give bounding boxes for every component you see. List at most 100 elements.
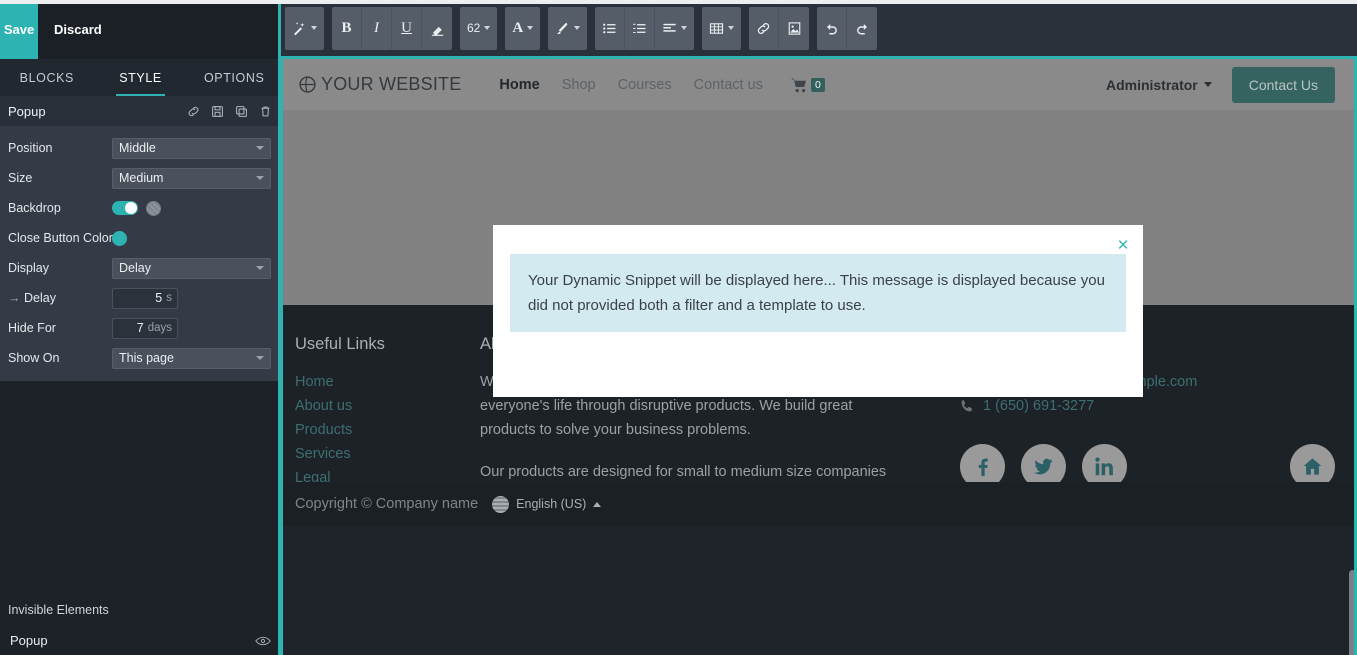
show-on-select-value: This page (119, 351, 174, 365)
toolbar-group-insert (749, 6, 810, 50)
footer-heading-useful-links: Useful Links (295, 335, 385, 353)
show-on-select[interactable]: This page (112, 347, 271, 369)
user-menu-label: Administrator (1105, 76, 1198, 93)
toolbar-group-bgcolor (548, 6, 588, 50)
chevron-down-icon (527, 26, 534, 30)
panel-spacer (0, 381, 281, 593)
italic-button[interactable]: I (362, 6, 392, 50)
ordered-list-icon[interactable] (625, 6, 656, 50)
toolbar-group-table (702, 6, 742, 50)
hide-for-unit: days (147, 322, 172, 334)
font-size-selector[interactable]: 62 (460, 7, 497, 50)
chevron-down-icon (256, 356, 264, 360)
backdrop-toggle[interactable] (112, 201, 138, 215)
nav-item-contact-us[interactable]: Contact us (694, 77, 763, 93)
option-close-button-color: Close Button Color (0, 223, 281, 253)
tab-blocks[interactable]: BLOCKS (0, 59, 94, 96)
tab-style[interactable]: STYLE (94, 59, 188, 96)
chevron-down-icon (1203, 82, 1212, 87)
position-select-value: Middle (119, 141, 156, 155)
tab-options[interactable]: OPTIONS (187, 59, 281, 96)
cart-button[interactable]: 0 (790, 77, 825, 93)
panel-actions (186, 104, 273, 119)
save-button[interactable]: Save (0, 0, 38, 59)
language-selector[interactable]: English (US) (492, 495, 602, 513)
chevron-down-icon (311, 26, 317, 30)
chevron-down-icon (256, 176, 264, 180)
copyright-bar: Copyright © Company name English (US) (281, 482, 1357, 526)
panel-title: Popup (8, 104, 46, 119)
footer-link-services[interactable]: Services (295, 442, 480, 466)
text-color-button[interactable]: A (505, 7, 540, 50)
image-icon[interactable] (779, 7, 809, 50)
site-nav: Home Shop Courses Contact us (499, 77, 763, 93)
undo-icon[interactable] (817, 6, 848, 50)
panel-header: Popup (0, 97, 281, 126)
footer-link-products[interactable]: Products (295, 418, 480, 442)
delay-input[interactable]: 5 s (112, 287, 178, 309)
footer-phone-text: 1 (650) 691-3277 (983, 398, 1095, 414)
nav-item-shop[interactable]: Shop (562, 77, 596, 93)
backdrop-color-swatch[interactable] (146, 200, 161, 216)
style-options: Position Middle Size Medium Backdrop Clo… (0, 126, 281, 381)
save-icon[interactable] (210, 104, 225, 119)
position-select[interactable]: Middle (112, 137, 271, 159)
remove-format-icon[interactable] (422, 7, 452, 50)
option-show-on-label: Show On (8, 351, 60, 365)
eye-icon[interactable] (255, 634, 271, 646)
popup-modal: × Your Dynamic Snippet will be displayed… (493, 225, 1143, 397)
trash-icon[interactable] (258, 104, 273, 119)
toolbar-group-fontsize: 62 (460, 6, 498, 50)
option-backdrop-label: Backdrop (8, 201, 61, 215)
chevron-down-icon (728, 26, 735, 30)
chevron-down-icon (256, 266, 264, 270)
chevron-down-icon (681, 26, 688, 30)
globe-icon (299, 76, 316, 93)
redo-icon[interactable] (847, 7, 877, 50)
footer-phone-line[interactable]: 1 (650) 691-3277 (960, 394, 1335, 418)
window-top-strip (0, 0, 1357, 4)
table-icon[interactable] (702, 7, 741, 50)
magic-wand-icon[interactable] (285, 7, 324, 50)
contact-us-cta-button[interactable]: Contact Us (1231, 66, 1335, 103)
invisible-element-popup[interactable]: Popup (0, 625, 281, 655)
nav-item-home[interactable]: Home (499, 77, 539, 93)
site-logo[interactable]: YOUR WEBSITE (299, 74, 461, 95)
website-canvas: YOUR WEBSITE Home Shop Courses Contact u… (281, 59, 1357, 655)
footer-link-about-us[interactable]: About us (295, 394, 480, 418)
duplicate-icon[interactable] (234, 104, 249, 119)
link-icon[interactable] (749, 6, 780, 50)
copyright-text: Copyright © Company name (295, 496, 479, 512)
option-backdrop: Backdrop (0, 193, 281, 223)
toolbar-group-textcolor: A (505, 6, 541, 50)
option-position: Position Middle (0, 133, 281, 163)
display-select[interactable]: Delay (112, 257, 271, 279)
option-position-label: Position (8, 141, 53, 155)
close-button-color-swatch[interactable] (112, 230, 127, 246)
rich-text-toolbar: B I U 62 A (281, 0, 1357, 59)
invisible-element-label: Popup (10, 632, 48, 648)
user-menu[interactable]: Administrator (1106, 77, 1212, 93)
bold-button[interactable]: B (332, 6, 362, 50)
site-header: YOUR WEBSITE Home Shop Courses Contact u… (281, 59, 1357, 110)
editor-sidebar: Save Discard BLOCKS STYLE OPTIONS Popup (0, 0, 281, 655)
hide-for-input[interactable]: 7 days (112, 317, 178, 339)
toolbar-group-lists (595, 6, 695, 50)
hide-for-value: 7 (136, 321, 144, 335)
option-hide-for-label: Hide For (8, 321, 56, 335)
chevron-down-icon (574, 26, 581, 30)
chevron-up-icon (593, 501, 602, 507)
underline-button[interactable]: U (392, 6, 422, 50)
invisible-elements-heading: Invisible Elements (8, 603, 109, 617)
option-close-button-color-label: Close Button Color (8, 231, 113, 245)
nav-item-courses[interactable]: Courses (618, 77, 672, 93)
align-icon[interactable] (655, 7, 694, 50)
footer-link-home[interactable]: Home (295, 370, 480, 394)
option-delay-text: Delay (23, 291, 56, 305)
link-icon[interactable] (186, 104, 201, 119)
site-header-right: Administrator Contact Us (1106, 66, 1335, 103)
background-color-icon[interactable] (548, 7, 587, 50)
unordered-list-icon[interactable] (595, 6, 626, 50)
size-select[interactable]: Medium (112, 167, 271, 189)
discard-button[interactable]: Discard (38, 0, 118, 59)
